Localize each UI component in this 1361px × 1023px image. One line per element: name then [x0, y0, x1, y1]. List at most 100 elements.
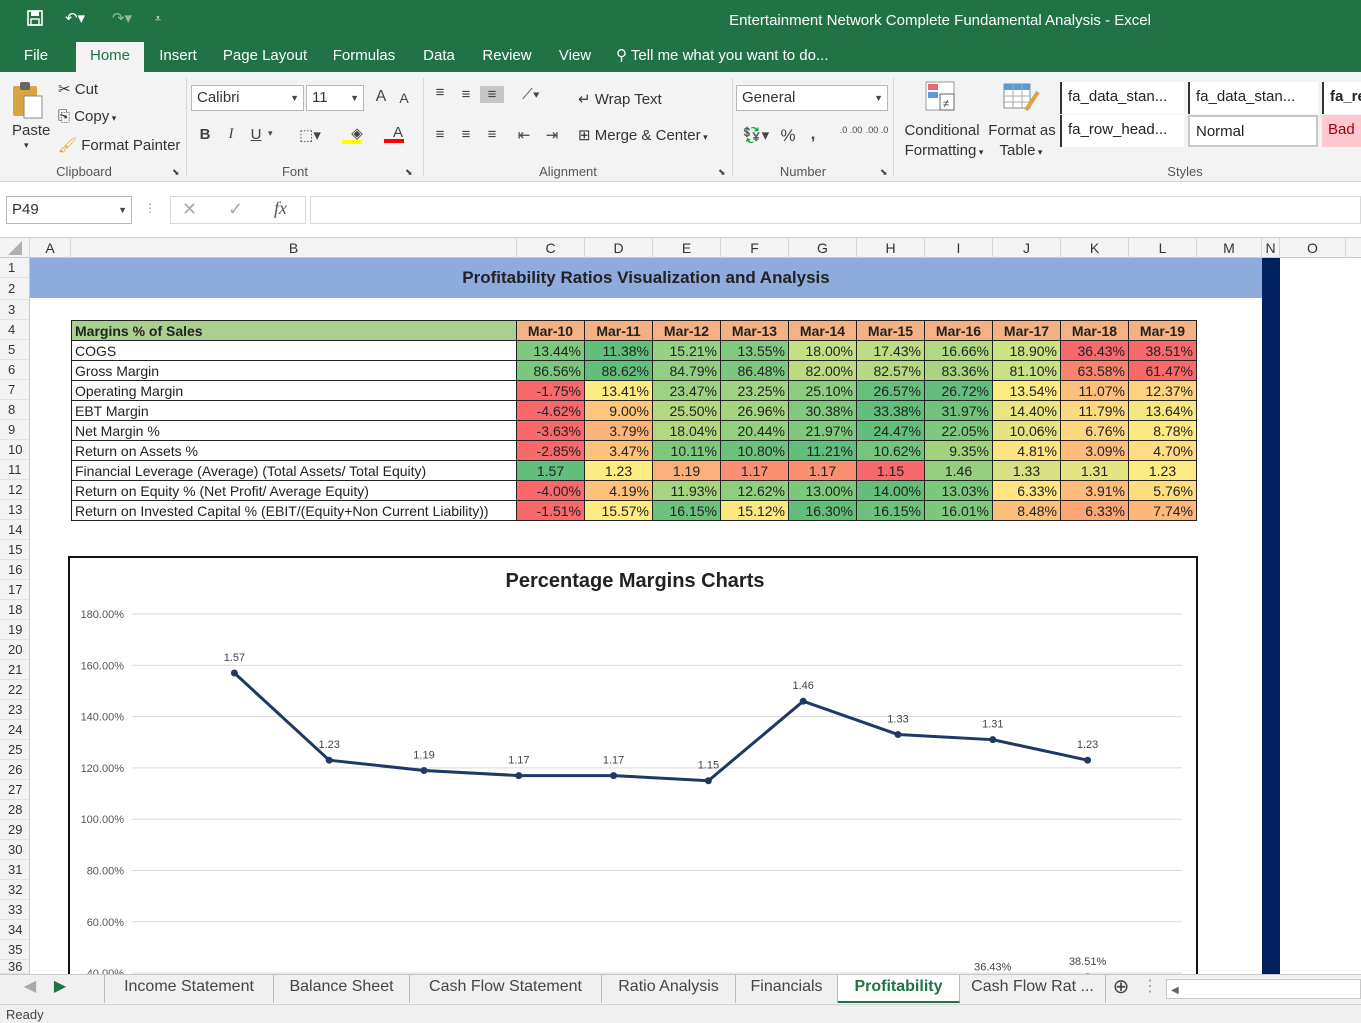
row-label[interactable]: Financial Leverage (Average) (Total Asse… [71, 460, 517, 481]
tab-home[interactable]: Home [76, 42, 144, 72]
row-header[interactable]: 3 [0, 300, 29, 320]
row-header[interactable]: 25 [0, 740, 29, 760]
table-header-label[interactable]: Margins % of Sales [71, 320, 517, 341]
row-header[interactable]: 27 [0, 780, 29, 800]
row-header[interactable]: 10 [0, 440, 29, 460]
grow-font-button[interactable]: A [372, 88, 390, 106]
row-label[interactable]: EBT Margin [71, 400, 517, 421]
value-cell[interactable]: 18.00% [788, 340, 857, 361]
row-header[interactable]: 30 [0, 840, 29, 860]
format-as-table-button[interactable]: Format as [986, 122, 1058, 139]
value-cell[interactable]: 81.10% [992, 360, 1061, 381]
select-all-corner[interactable] [0, 238, 30, 258]
data-point[interactable] [1084, 756, 1092, 764]
value-cell[interactable]: 16.30% [788, 500, 857, 521]
row-header[interactable]: 18 [0, 600, 29, 620]
value-cell[interactable]: 23.25% [720, 380, 789, 401]
align-left-icon[interactable]: ≡ [430, 126, 450, 143]
bold-button[interactable]: B [196, 126, 214, 143]
wrap-text-button[interactable]: ↵ Wrap Text [578, 90, 662, 108]
column-header[interactable]: B [71, 238, 517, 258]
value-cell[interactable]: 10.06% [992, 420, 1061, 441]
merge-center-button[interactable]: ⊞ Merge & Center ▾ [578, 126, 708, 144]
redo-icon[interactable]: ↷▾ [104, 9, 140, 29]
value-cell[interactable]: 84.79% [652, 360, 721, 381]
row-header[interactable]: 23 [0, 700, 29, 720]
value-cell[interactable]: 13.64% [1128, 400, 1197, 421]
scroll-left-icon[interactable]: ◀ [18, 975, 42, 1003]
value-cell[interactable]: 33.38% [856, 400, 925, 421]
tab-insert[interactable]: Insert [150, 42, 206, 72]
value-cell[interactable]: 1.23 [584, 460, 653, 481]
value-cell[interactable]: 4.19% [584, 480, 653, 501]
value-cell[interactable]: 9.35% [924, 440, 993, 461]
value-cell[interactable]: 10.11% [652, 440, 721, 461]
column-header[interactable]: I [925, 238, 993, 258]
value-cell[interactable]: 13.54% [992, 380, 1061, 401]
tab-review[interactable]: Review [474, 42, 540, 72]
add-sheet-icon[interactable]: ⊕ [1108, 975, 1134, 1003]
value-cell[interactable]: 25.10% [788, 380, 857, 401]
year-header[interactable]: Mar-11 [584, 320, 653, 341]
cell-style-normal[interactable]: Normal [1188, 115, 1318, 147]
value-cell[interactable]: 4.81% [992, 440, 1061, 461]
value-cell[interactable]: 22.05% [924, 420, 993, 441]
underline-button[interactable]: U [246, 126, 266, 143]
value-cell[interactable]: 23.47% [652, 380, 721, 401]
tab-data[interactable]: Data [414, 42, 464, 72]
year-header[interactable]: Mar-19 [1128, 320, 1197, 341]
borders-icon[interactable]: ⬚▾ [294, 126, 326, 144]
column-header[interactable]: L [1129, 238, 1197, 258]
number-format-combo[interactable]: General ▼ [736, 85, 888, 111]
value-cell[interactable]: 88.62% [584, 360, 653, 381]
value-cell[interactable]: 86.48% [720, 360, 789, 381]
cell-style-fa-data-standard-1[interactable]: fa_data_stan... [1060, 82, 1184, 114]
value-cell[interactable]: 10.80% [720, 440, 789, 461]
year-header[interactable]: Mar-12 [652, 320, 721, 341]
row-header[interactable]: 4 [0, 320, 29, 340]
cell-style-fa-data-standard-2[interactable]: fa_data_stan... [1188, 82, 1318, 114]
font-color-icon[interactable]: A [380, 124, 416, 143]
sheet-tab-income-statement[interactable]: Income Statement [104, 975, 274, 1003]
decrease-indent-icon[interactable]: ⇤ [514, 126, 534, 144]
sheet-tab-balance-sheet[interactable]: Balance Sheet [274, 975, 410, 1003]
value-cell[interactable]: 11.79% [1060, 400, 1129, 421]
row-header[interactable]: 11 [0, 460, 29, 480]
value-cell[interactable]: 16.15% [856, 500, 925, 521]
column-header[interactable]: N [1262, 238, 1280, 258]
paste-icon[interactable] [10, 80, 48, 120]
value-cell[interactable]: 13.44% [516, 340, 585, 361]
value-cell[interactable]: 17.43% [856, 340, 925, 361]
paste-dropdown-icon[interactable]: ▾ [24, 140, 29, 151]
value-cell[interactable]: 4.70% [1128, 440, 1197, 461]
increase-decimal-button[interactable]: .0 .00 [838, 126, 864, 135]
value-cell[interactable]: 9.00% [584, 400, 653, 421]
column-header[interactable]: D [585, 238, 653, 258]
decrease-decimal-button[interactable]: .00 .0 [864, 126, 890, 135]
data-point[interactable] [420, 766, 428, 774]
value-cell[interactable]: 1.31 [1060, 460, 1129, 481]
value-cell[interactable]: 5.76% [1128, 480, 1197, 501]
value-cell[interactable]: 26.57% [856, 380, 925, 401]
value-cell[interactable]: -3.63% [516, 420, 585, 441]
customize-qat-icon[interactable]: ⩡ [150, 9, 166, 29]
value-cell[interactable]: 12.62% [720, 480, 789, 501]
value-cell[interactable]: 86.56% [516, 360, 585, 381]
fill-color-icon[interactable]: ◈ [340, 124, 374, 144]
value-cell[interactable]: 14.00% [856, 480, 925, 501]
year-header[interactable]: Mar-14 [788, 320, 857, 341]
line-chart[interactable]: Percentage Margins Charts 180.00% 160.00%… [68, 556, 1198, 986]
value-cell[interactable]: 15.57% [584, 500, 653, 521]
cell-style-fa-row-head[interactable]: fa_row_head... [1060, 115, 1184, 147]
row-label[interactable]: Net Margin % [71, 420, 517, 441]
increase-indent-icon[interactable]: ⇥ [542, 126, 562, 144]
dialog-launcher-icon[interactable]: ⬊ [172, 167, 180, 178]
value-cell[interactable]: 1.46 [924, 460, 993, 481]
value-cell[interactable]: 6.76% [1060, 420, 1129, 441]
value-cell[interactable]: 26.96% [720, 400, 789, 421]
value-cell[interactable]: 24.47% [856, 420, 925, 441]
row-header[interactable]: 32 [0, 880, 29, 900]
value-cell[interactable]: 18.90% [992, 340, 1061, 361]
accounting-format-icon[interactable]: 💱▾ [738, 126, 774, 144]
column-header[interactable]: K [1061, 238, 1129, 258]
